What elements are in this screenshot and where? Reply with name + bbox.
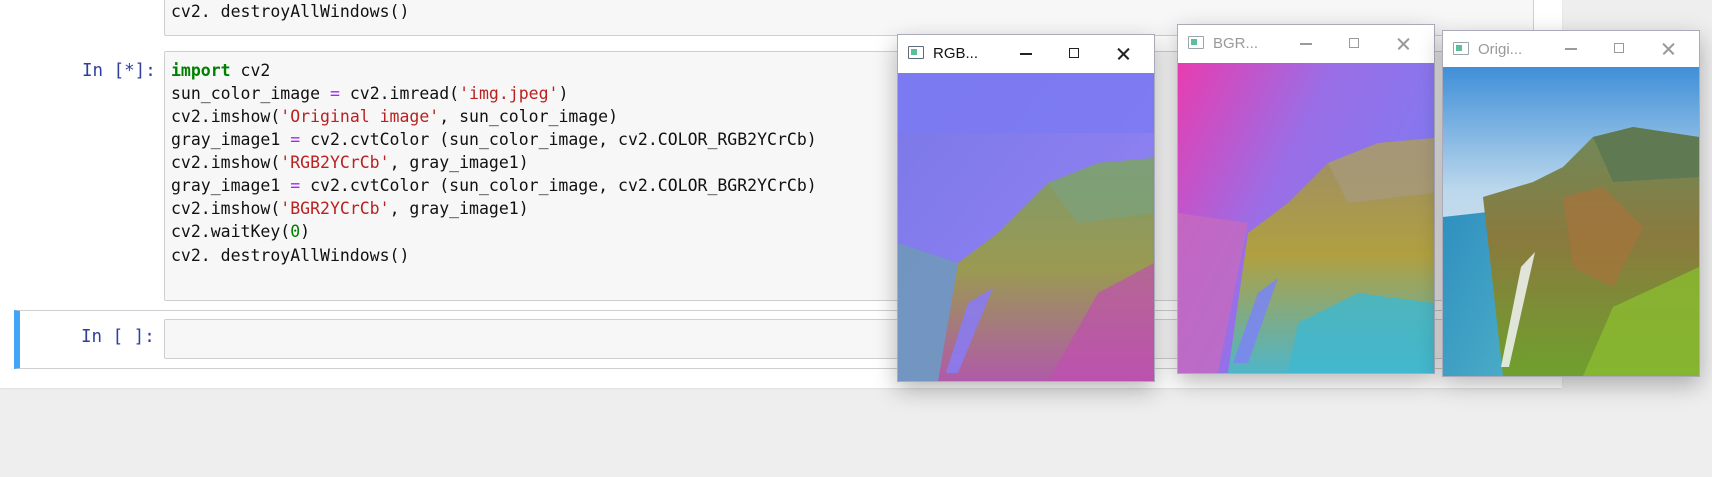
code-line-9: cv2. destroyAllWindows() (171, 246, 410, 265)
code-line-5: cv2.imshow('RGB2YCrCb', gray_image1) (171, 153, 529, 172)
bgr2ycrcb-window[interactable]: BGR... (1177, 24, 1435, 374)
code-line-3: cv2.imshow('Original image', sun_color_i… (171, 107, 619, 126)
window-titlebar[interactable]: Origi... (1443, 31, 1699, 67)
code-line-6: gray_image1 = cv2.cvtColor (sun_color_im… (171, 176, 817, 195)
cell-prompt-running: In [*]: (82, 61, 156, 81)
minimize-icon[interactable] (1286, 29, 1326, 59)
original-image-window[interactable]: Origi... (1442, 30, 1700, 377)
close-icon[interactable] (1384, 29, 1424, 59)
window-title: RGB... (933, 45, 979, 62)
rgb2ycrcb-image (898, 73, 1154, 381)
original-image (1443, 67, 1699, 376)
code-line-8: cv2.waitKey(0) (171, 222, 311, 241)
code-line-7: cv2.imshow('BGR2YCrCb', gray_image1) (171, 199, 529, 218)
window-title: BGR... (1213, 35, 1259, 52)
window-titlebar[interactable]: RGB... (898, 35, 1154, 73)
maximize-icon[interactable] (1600, 34, 1640, 64)
opencv-window-icon (908, 46, 924, 59)
code-line-2: sun_color_image = cv2.imread('img.jpeg') (171, 84, 569, 103)
code-line: cv2. destroyAllWindows() (171, 2, 410, 21)
maximize-icon[interactable] (1335, 29, 1375, 59)
code-line-4: gray_image1 = cv2.cvtColor (sun_color_im… (171, 130, 817, 149)
opencv-window-icon (1453, 42, 1469, 55)
bgr2ycrcb-image (1178, 63, 1434, 373)
close-icon[interactable] (1104, 39, 1144, 69)
minimize-icon[interactable] (1551, 34, 1591, 64)
maximize-icon[interactable] (1055, 39, 1095, 69)
rgb2ycrcb-window[interactable]: RGB... (897, 34, 1155, 382)
code-line-1: import cv2 (171, 61, 271, 80)
minimize-icon[interactable] (1006, 39, 1046, 69)
window-titlebar[interactable]: BGR... (1178, 25, 1434, 63)
window-title: Origi... (1478, 41, 1523, 58)
cell-prompt-empty: In [ ]: (81, 327, 155, 347)
close-icon[interactable] (1649, 34, 1689, 64)
opencv-window-icon (1188, 36, 1204, 49)
